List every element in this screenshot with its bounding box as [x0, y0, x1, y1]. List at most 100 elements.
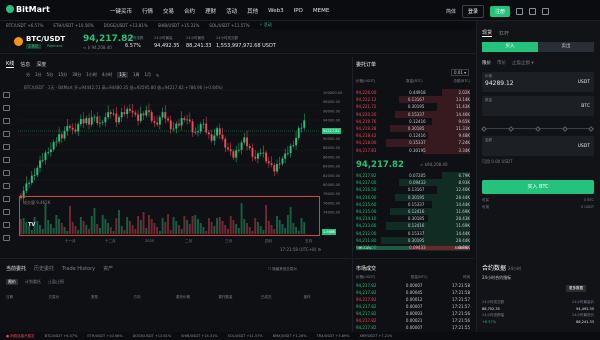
ticker-item[interactable]: SHIB/USDT +15.31% [158, 23, 200, 28]
trade-amount: 0.00007 [405, 283, 423, 288]
tab-kline[interactable]: K线 [6, 60, 15, 68]
subtab-limit[interactable]: 限价 [6, 279, 18, 285]
interval-option-active[interactable]: 1天 [117, 72, 128, 78]
pair-name[interactable]: BTC/USDT [26, 35, 65, 43]
orderbook-row[interactable]: 94,217.82 0.07205 6.79K [356, 172, 470, 180]
tab-info[interactable]: 信息 [20, 61, 30, 68]
menu-item[interactable]: 其他 [247, 7, 258, 15]
settings-icon[interactable] [542, 8, 550, 15]
orderbook-row[interactable]: 94,217.83 0.30195 3.34K [356, 146, 470, 154]
ticker-item[interactable]: ⚡ 活动 [260, 22, 272, 28]
buy-btc-button[interactable]: 买入 BTC [482, 180, 594, 194]
candle-body [36, 167, 39, 176]
orderbook-row[interactable]: 94,226.00 0.44918 2.02K [356, 89, 470, 97]
orderbook-row[interactable]: 94,215.60 0.15337 14.44K [356, 200, 470, 208]
footer-ticker[interactable]: XRP/USDT +7.21% [359, 334, 392, 338]
orderbook-row[interactable]: 94,219.76 0.12416 9.65K [356, 117, 470, 125]
subtab-tpsl[interactable]: 止盈止损 [48, 279, 64, 285]
tab-margin[interactable]: 杠杆 [499, 30, 509, 37]
footer-ticker[interactable]: BTC/USDT +6.57% [45, 334, 78, 338]
tab-trade-history[interactable]: Trade History [62, 266, 95, 272]
interval-option[interactable]: 1周 [133, 72, 140, 78]
interval-option[interactable]: 15分 [58, 72, 67, 78]
chart-legend: BTC/USDT · 1天 · BitMart 开=94442.51 高=944… [24, 85, 223, 90]
price-axis-label: 90000.00 [323, 137, 341, 141]
row-price: 94,211.80 [356, 237, 377, 243]
interval-option[interactable]: 5分 [47, 72, 54, 78]
bitmart-logo[interactable]: BitMart [6, 5, 50, 14]
globe-icon[interactable] [529, 8, 537, 15]
more-data-button[interactable]: 更多数据 [566, 285, 586, 292]
amount-slider[interactable] [481, 125, 594, 132]
candle-body [41, 159, 44, 161]
interval-option[interactable]: 30分 [72, 72, 81, 78]
footer-ticker[interactable]: TRX/USDT +3.89% [317, 334, 350, 338]
orderbook-row[interactable]: 94,216.00 0.30195 28.44K [356, 193, 470, 201]
tab-assets[interactable]: 资产 [103, 265, 113, 272]
menu-item[interactable]: MEME [313, 8, 329, 14]
orderbook-row[interactable]: 94,211.80 0.30195 28.44K [356, 236, 470, 244]
precision-select[interactable]: 0.01 ▾ [451, 69, 470, 76]
interval-option[interactable]: 1小时 [86, 72, 97, 78]
buy-toggle[interactable]: 买入 [482, 42, 538, 52]
draw-tool-icon[interactable]: ✎ [156, 73, 159, 78]
menu-item[interactable]: Web3 [268, 8, 284, 14]
menu-item[interactable]: 合约 [184, 7, 195, 15]
menu-item[interactable]: 交易 [163, 7, 174, 15]
orderbook-row[interactable]: 94,215.00 0.12416 11.69K [356, 208, 470, 216]
footer-ticker[interactable]: SHIB/USDT +15.31% [181, 334, 217, 338]
register-button[interactable]: 注册 [490, 6, 511, 17]
orderbook-row[interactable]: 94,218.42 0.12416 9.48K [356, 132, 470, 140]
footer-ticker[interactable]: DOGE/USDT +13.81% [133, 334, 172, 338]
price-field[interactable]: 价格 94289.12 USDT [482, 72, 594, 92]
login-button[interactable]: 登录 [462, 5, 485, 18]
orderbook-row[interactable]: 94,216.50 0.13167 12.40K [356, 186, 470, 194]
menu-item[interactable]: IPO [294, 8, 303, 14]
interval-option[interactable]: 1分 [35, 72, 42, 78]
tab-spot[interactable]: 现货 [482, 29, 493, 37]
tab-open-orders[interactable]: 当前委托 [6, 265, 26, 272]
amount-field[interactable]: 数量 BTC [482, 96, 594, 116]
trade-price: 94,217.82 [356, 290, 377, 295]
hide-other-pairs-checkbox[interactable]: ☐ 隐藏其他交易对 [268, 267, 297, 272]
footer-ticker[interactable]: SOL/USDT +11.57% [228, 334, 263, 338]
orderbook-row[interactable]: 94,213.66 0.12416 11.69K [356, 222, 470, 230]
timezone-display[interactable]: 17:21:58 (UTC+8) ⚙ [280, 247, 321, 252]
orderbook-row[interactable]: 94,221.72 0.30195 11.43K [356, 103, 470, 111]
language-selector[interactable]: 简体 [446, 8, 456, 15]
tab-order-history[interactable]: 历史委托 [34, 265, 54, 272]
orderbook-row[interactable]: 94,214.10 0.30185 28.43K [356, 215, 470, 223]
interval-option[interactable]: 分 [26, 72, 30, 78]
order-type-market[interactable]: 市价 [497, 60, 506, 66]
menu-item[interactable]: 理财 [205, 7, 216, 15]
tab-depth[interactable]: 深度 [36, 61, 46, 68]
orderbook-row[interactable]: 94,217.00 0.09433 8.93K [356, 179, 470, 187]
ticker-item[interactable]: ETH/USDT +10.56% [53, 23, 93, 28]
orderbook-row[interactable]: 94,220.20 0.15337 14.46K [356, 110, 470, 118]
subtab-plan[interactable]: 计划委托 [25, 279, 41, 285]
menu-item[interactable]: 一键买币 [110, 7, 132, 15]
orderbook-row[interactable]: 94,218.00 0.15337 7.24K [356, 139, 470, 147]
ticker-item[interactable]: BTC/USDT +6.57% [6, 23, 43, 28]
total-field[interactable]: 金额 USDT [482, 136, 594, 156]
interval-option[interactable]: 1月 [144, 72, 151, 78]
footer-ticker[interactable]: BMX/USDT +1.26% [273, 334, 307, 338]
menu-item[interactable]: 活动 [226, 7, 237, 15]
row-amount: 0.30195 [407, 104, 425, 110]
order-type-limit[interactable]: 限价 [482, 60, 491, 66]
orderbook-row[interactable]: 94,219.28 0.30185 11.31K [356, 125, 470, 133]
download-icon[interactable] [516, 8, 524, 15]
footer-ticker[interactable]: ETH/USDT +10.56% [87, 334, 122, 338]
price-axis-label: 98000.00 [323, 100, 341, 104]
ticker-item[interactable]: DOGE/USDT +13.81% [104, 23, 148, 28]
orderbook-row[interactable]: 94,222.12 0.13167 13.14K [356, 96, 470, 104]
ticker-item[interactable]: SOL/USDT +11.57% [209, 23, 249, 28]
sell-toggle[interactable]: 卖出 [538, 42, 594, 52]
order-type-stop[interactable]: 止盈止损 ▾ [512, 60, 534, 66]
menu-item[interactable]: 行情 [142, 7, 153, 15]
candle-body [256, 153, 259, 159]
interval-option[interactable]: 4小时 [102, 72, 113, 78]
trade-price: 94,217.82 [356, 318, 377, 323]
orderbook-row[interactable]: 94,212.00 0.15337 14.44K [356, 229, 470, 237]
candle-body [297, 128, 300, 138]
